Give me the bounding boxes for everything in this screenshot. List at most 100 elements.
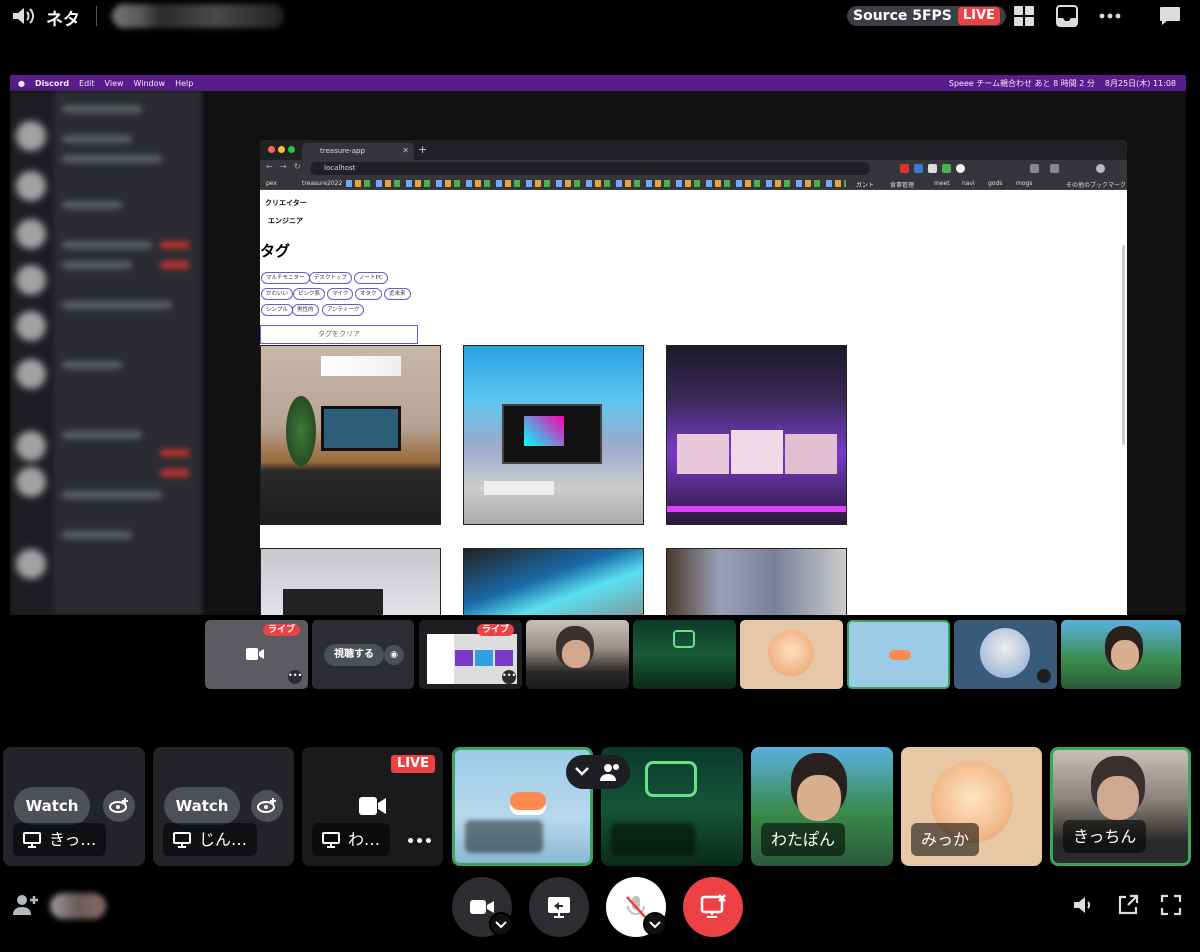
tag-chip[interactable]: マルチモニター xyxy=(261,272,310,284)
setup-image[interactable] xyxy=(666,548,847,615)
chat-icon[interactable] xyxy=(1158,5,1182,27)
setup-image[interactable] xyxy=(666,345,847,525)
extension-icon[interactable] xyxy=(914,164,923,173)
participant-tile[interactable]: LIVE わ… ••• xyxy=(302,747,443,866)
mic-options-chevron[interactable] xyxy=(643,912,667,936)
strip-tile-webcam[interactable] xyxy=(526,620,629,689)
tag-chip[interactable]: デスクトップ xyxy=(309,272,353,284)
watch-button[interactable]: Watch xyxy=(164,787,240,825)
setup-image[interactable] xyxy=(260,345,441,525)
role-creator[interactable]: クリエイター xyxy=(265,198,307,208)
watch-button[interactable]: Watch xyxy=(14,787,90,825)
setup-image[interactable] xyxy=(260,548,441,615)
participant-tile[interactable]: Watch きっ… xyxy=(3,747,145,866)
add-user-icon[interactable] xyxy=(12,893,40,917)
close-tab-icon[interactable]: ✕ xyxy=(402,146,409,155)
tag-chip[interactable]: ノートPC xyxy=(354,272,388,284)
browser-tab[interactable]: treasure-app ✕ xyxy=(302,143,414,160)
participant-label: きっ… xyxy=(49,830,97,849)
eye-plus-icon[interactable]: ◉ xyxy=(384,645,404,665)
url-text: localhost xyxy=(324,164,356,172)
minimize-window-icon[interactable] xyxy=(278,146,285,153)
maximize-window-icon[interactable] xyxy=(288,146,295,153)
screen-share-icon xyxy=(548,897,570,918)
bookmark[interactable]: navi xyxy=(962,180,975,187)
screen-share-button[interactable] xyxy=(529,877,589,937)
strip-tile-watch[interactable]: 視聴する ◉ xyxy=(312,620,414,689)
stop-screen-share-icon xyxy=(700,894,726,918)
bookmark[interactable]: treasure2022 xyxy=(302,180,342,187)
tag-chip[interactable]: オタク xyxy=(355,288,382,300)
close-window-icon[interactable] xyxy=(268,146,275,153)
tag-chip[interactable]: アンティーク xyxy=(322,304,365,316)
participant-label: じん… xyxy=(199,830,248,849)
clock: 8月25日(木) 11:08 xyxy=(1104,78,1176,88)
tag-chip[interactable]: 近未来 xyxy=(384,288,411,300)
clear-tags-button[interactable]: タグをクリア xyxy=(260,325,418,344)
participants-toggle[interactable] xyxy=(566,755,630,789)
extension-icon[interactable] xyxy=(900,164,909,173)
streamer-name-blurred xyxy=(112,4,284,28)
tag-chip[interactable]: ピンク系 xyxy=(293,288,326,300)
extension-icon[interactable] xyxy=(956,164,965,173)
fullscreen-icon[interactable] xyxy=(1159,893,1183,917)
reload-icon[interactable]: ↻ xyxy=(294,162,301,171)
strip-tile-screen[interactable]: ライブ ••• xyxy=(419,620,522,689)
strip-tile-banner[interactable] xyxy=(633,620,736,689)
bookmark[interactable]: pex xyxy=(266,180,277,187)
tag-chip[interactable]: 男性的 xyxy=(292,304,319,316)
web-page: クリエイター エンジニア タグ マルチモニター デスクトップ ノートPC かわい… xyxy=(260,190,1127,615)
eye-plus-icon[interactable] xyxy=(251,790,283,822)
setup-image[interactable] xyxy=(463,548,644,615)
participant-tile[interactable]: Watch じん… xyxy=(153,747,294,866)
strip-tile-webcam-2[interactable] xyxy=(1061,620,1181,689)
inbox-icon[interactable] xyxy=(1055,5,1079,27)
page-scrollbar[interactable] xyxy=(1122,245,1125,445)
live-badge: LIVE xyxy=(390,755,435,773)
bookmarks-bar: pex treasure2022 ガント 食事管理 meet navi gods… xyxy=(260,177,1127,190)
bookmark[interactable]: meet xyxy=(934,180,950,187)
new-tab-icon[interactable]: + xyxy=(418,143,427,156)
address-bar[interactable]: localhost xyxy=(310,162,870,175)
tag-chip[interactable]: シンプル xyxy=(261,304,293,316)
participant-tile-speaking[interactable]: きっちん xyxy=(1050,747,1191,866)
strip-tile-avatar[interactable] xyxy=(740,620,843,689)
more-icon[interactable]: ••• xyxy=(406,834,433,850)
live-badge: LIVE xyxy=(957,7,1000,25)
screen-share-stream[interactable]: ● Discord Edit View Window Help Speee チー… xyxy=(10,75,1186,615)
grid-layout-icon[interactable] xyxy=(1012,5,1036,27)
setup-image[interactable] xyxy=(463,345,644,525)
bookmark[interactable]: その他のブックマーク xyxy=(1066,180,1126,189)
bookmark[interactable]: mogs xyxy=(1016,180,1032,187)
tag-chip[interactable]: マイク xyxy=(327,288,354,300)
people-icon xyxy=(600,764,619,781)
more-icon[interactable]: ••• xyxy=(502,670,516,684)
tag-chip[interactable]: かわいい xyxy=(261,288,294,300)
extension-icon[interactable] xyxy=(928,164,937,173)
watch-stream-button[interactable]: 視聴する xyxy=(324,644,384,666)
more-options-icon[interactable] xyxy=(1098,5,1122,27)
live-badge: ライブ xyxy=(476,624,514,636)
bookmark[interactable]: gods xyxy=(988,180,1002,187)
strip-tile-camera[interactable]: ライブ ••• xyxy=(205,620,308,689)
strip-tile-sushi[interactable] xyxy=(847,620,950,689)
back-icon[interactable]: ← xyxy=(266,162,273,171)
role-engineer[interactable]: エンジニア xyxy=(268,216,303,226)
pop-out-icon[interactable] xyxy=(1116,893,1140,917)
extension-icon[interactable] xyxy=(1050,164,1059,173)
participant-tile[interactable]: わたぽん xyxy=(751,747,893,866)
volume-icon[interactable] xyxy=(1071,893,1095,917)
eye-plus-icon[interactable] xyxy=(103,790,135,822)
more-icon[interactable]: ••• xyxy=(288,670,302,684)
participant-tile[interactable]: みっか xyxy=(901,747,1042,866)
camera-options-chevron[interactable] xyxy=(489,912,513,936)
extension-icon[interactable] xyxy=(1030,164,1039,173)
extension-icon[interactable] xyxy=(942,164,951,173)
stop-stream-button[interactable] xyxy=(683,877,743,937)
forward-icon[interactable]: → xyxy=(280,162,287,171)
strip-tile-avatar-muted[interactable] xyxy=(954,620,1057,689)
status-text: Speee チーム親合わせ あと 8 時間 2 分 xyxy=(948,78,1095,88)
bookmark[interactable]: 食事管理 xyxy=(890,180,914,189)
profile-icon[interactable] xyxy=(1096,164,1105,173)
bookmark[interactable]: ガント xyxy=(856,180,874,189)
